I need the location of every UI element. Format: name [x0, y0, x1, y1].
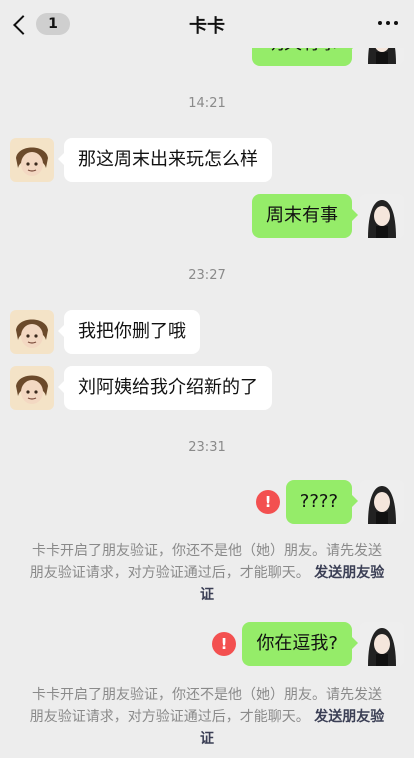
message-row-out: 周末有事 [0, 192, 414, 240]
timestamp: 23:31 [188, 440, 226, 455]
friend-verification-notice: 卡卡开启了朋友验证，你还不是他（她）朋友。请先发送朋友验证请求，对方验证通过后，… [28, 540, 386, 606]
message-bubble[interactable]: 周末有事 [252, 194, 358, 238]
message-bubble[interactable]: 那这周末出来玩怎么样 [58, 138, 272, 182]
send-failed-icon[interactable]: ! [256, 490, 280, 514]
message-row-out-failed: ! ???? [0, 478, 414, 526]
more-dot [394, 21, 398, 25]
more-dot [378, 21, 382, 25]
friend-verification-notice: 卡卡开启了朋友验证，你还不是他（她）朋友。请先发送朋友验证请求，对方验证通过后，… [28, 684, 386, 750]
message-row-in: 刘阿姨给我介绍新的了 [0, 364, 414, 412]
contact-avatar[interactable] [10, 310, 54, 354]
timestamp: 23:27 [188, 268, 226, 283]
my-avatar[interactable] [360, 622, 404, 666]
timestamp: 14:21 [188, 96, 226, 111]
chat-screen: 1 卡卡 明天有事 1 卡卡 [0, 0, 414, 758]
my-avatar[interactable] [360, 480, 404, 524]
more-dot [386, 21, 390, 25]
header-cover: 1 卡卡 [0, 0, 414, 38]
message-bubble[interactable]: ???? [285, 480, 359, 524]
message-row-in: 我把你删了哦 [0, 308, 414, 356]
message-row-in: 那这周末出来玩怎么样 [0, 136, 414, 184]
send-failed-icon[interactable]: ! [212, 632, 236, 656]
chat-title: 卡卡 [189, 16, 225, 37]
contact-avatar[interactable] [10, 138, 54, 182]
contact-avatar[interactable] [10, 366, 54, 410]
message-bubble[interactable]: 刘阿姨给我介绍新的了 [58, 366, 272, 410]
message-bubble[interactable]: 我把你删了哦 [58, 310, 200, 354]
message-bubble[interactable]: 你在逗我? [242, 622, 358, 666]
my-avatar[interactable] [360, 194, 404, 238]
message-row-out-failed: ! 你在逗我? [0, 620, 414, 668]
more-dots-icon[interactable] [376, 11, 400, 35]
